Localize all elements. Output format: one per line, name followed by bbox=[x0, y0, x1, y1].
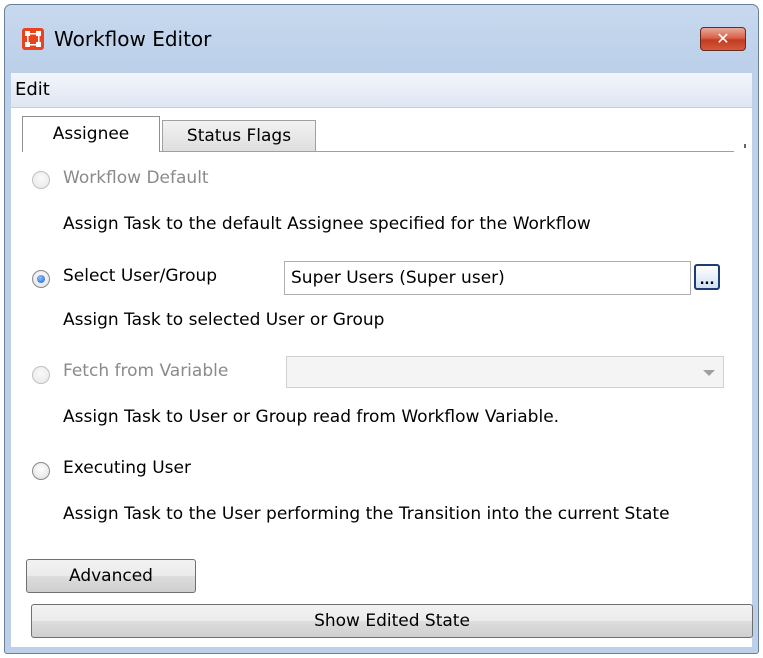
label-fetch-from-variable: Fetch from Variable bbox=[63, 361, 229, 381]
label-executing-user: Executing User bbox=[63, 458, 191, 478]
menu-item-edit[interactable]: Edit bbox=[15, 79, 50, 100]
radio-executing-user[interactable] bbox=[32, 462, 50, 480]
desc-workflow-default: Assign Task to the default Assignee spec… bbox=[63, 214, 591, 234]
variable-select[interactable] bbox=[286, 356, 724, 388]
user-group-value: Super Users (Super user) bbox=[291, 268, 505, 288]
menu-bar: Edit bbox=[11, 73, 752, 108]
radio-select-user-group[interactable] bbox=[32, 270, 50, 288]
tab-status-flags[interactable]: Status Flags bbox=[162, 120, 316, 152]
tab-assignee[interactable]: Assignee bbox=[22, 116, 160, 152]
radio-fetch-from-variable[interactable] bbox=[32, 366, 50, 384]
user-group-field[interactable]: Super Users (Super user) bbox=[284, 261, 691, 295]
radio-workflow-default[interactable] bbox=[32, 171, 50, 189]
tab-strip-marker bbox=[744, 144, 746, 148]
show-edited-state-button[interactable]: Show Edited State bbox=[31, 604, 753, 638]
content-area: Assignee Status Flags Workflow Default A… bbox=[11, 108, 753, 647]
label-workflow-default: Workflow Default bbox=[63, 168, 209, 188]
desc-fetch-from-variable: Assign Task to User or Group read from W… bbox=[63, 407, 560, 427]
desc-executing-user: Assign Task to the User performing the T… bbox=[63, 504, 670, 524]
workflow-editor-window: Workflow Editor ✕ Edit Assignee Status F… bbox=[4, 4, 759, 654]
browse-user-group-button[interactable]: ... bbox=[694, 264, 720, 290]
window-title: Workflow Editor bbox=[54, 27, 212, 51]
advanced-button[interactable]: Advanced bbox=[26, 559, 196, 593]
desc-select-user-group: Assign Task to selected User or Group bbox=[63, 310, 385, 330]
label-select-user-group: Select User/Group bbox=[63, 266, 218, 286]
close-button[interactable]: ✕ bbox=[700, 27, 746, 51]
chevron-down-icon bbox=[703, 370, 715, 376]
ellipsis-icon: ... bbox=[699, 273, 715, 288]
app-icon bbox=[22, 28, 44, 50]
close-icon: ✕ bbox=[716, 29, 730, 48]
title-bar[interactable]: Workflow Editor ✕ bbox=[5, 5, 758, 71]
